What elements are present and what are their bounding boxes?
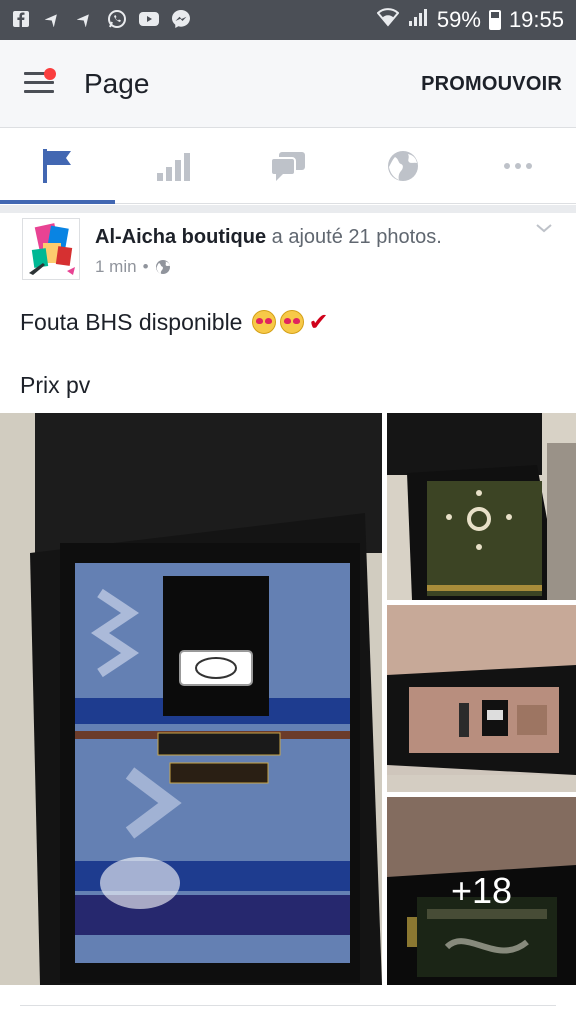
notification-badge xyxy=(44,68,56,80)
photo-thumb-2[interactable] xyxy=(387,605,576,792)
more-icon xyxy=(503,163,532,169)
tab-feed[interactable] xyxy=(345,128,460,204)
avatar[interactable] xyxy=(22,218,80,280)
globe-icon xyxy=(155,260,170,274)
app-bar: Page PROMOUVOIR xyxy=(0,40,576,128)
post-text: Fouta BHS disponible xyxy=(20,308,243,335)
check-mark-icon: ✔ xyxy=(308,308,329,336)
bar-chart-icon xyxy=(156,153,190,181)
post-time[interactable]: 1 min xyxy=(95,257,137,277)
whatsapp-icon xyxy=(106,8,128,30)
status-bar: 59% 19:55 xyxy=(0,0,576,40)
battery-percent: 59% xyxy=(436,7,481,32)
messenger-icon xyxy=(170,8,192,30)
post-meta: 1 min • xyxy=(95,257,171,277)
page-tabs xyxy=(0,128,576,204)
post-author-line: Al-Aicha boutique a ajouté 21 photos. xyxy=(95,226,442,249)
globe-icon xyxy=(387,151,418,181)
more-photos-overlay[interactable]: +18 xyxy=(387,797,576,985)
boutique-logo xyxy=(23,219,79,279)
post-bottom-divider xyxy=(20,1005,556,1006)
active-tab-indicator xyxy=(0,200,115,204)
tab-messages[interactable] xyxy=(230,128,345,204)
feed-divider xyxy=(0,205,576,213)
post-text-line1: Fouta BHS disponible ✔ xyxy=(20,308,329,336)
wifi-icon xyxy=(376,7,400,33)
clock: 19:55 xyxy=(508,7,564,32)
photo-thumb-1[interactable] xyxy=(387,413,576,600)
post-action: a ajouté 21 photos. xyxy=(271,226,442,248)
tab-more[interactable] xyxy=(460,128,575,204)
system-status: 59% 19:55 xyxy=(376,7,564,33)
more-photos-count: +18 xyxy=(450,870,513,911)
tab-page[interactable] xyxy=(0,128,115,204)
battery-icon xyxy=(488,10,501,30)
author-name[interactable]: Al-Aicha boutique xyxy=(95,226,266,248)
photo-main[interactable] xyxy=(0,413,382,985)
signal-icon xyxy=(407,7,429,33)
chat-bubbles-icon xyxy=(269,152,305,181)
facebook-icon xyxy=(10,8,32,30)
heart-eyes-emoji-icon xyxy=(252,310,277,334)
flag-icon xyxy=(42,149,71,183)
photo-thumb-3[interactable]: +18 xyxy=(387,797,576,985)
promote-button[interactable]: PROMOUVOIR xyxy=(421,73,562,96)
post-text-line2: Prix pv xyxy=(20,372,91,398)
youtube-icon xyxy=(138,8,160,30)
navigation-icon xyxy=(42,8,64,30)
page-title: Page xyxy=(84,68,150,99)
tab-insights[interactable] xyxy=(115,128,230,204)
heart-eyes-emoji-icon xyxy=(280,310,305,334)
chevron-down-icon[interactable] xyxy=(534,218,554,238)
notification-icons xyxy=(10,8,192,30)
separator-dot: • xyxy=(142,257,149,276)
navigation-icon xyxy=(74,8,96,30)
